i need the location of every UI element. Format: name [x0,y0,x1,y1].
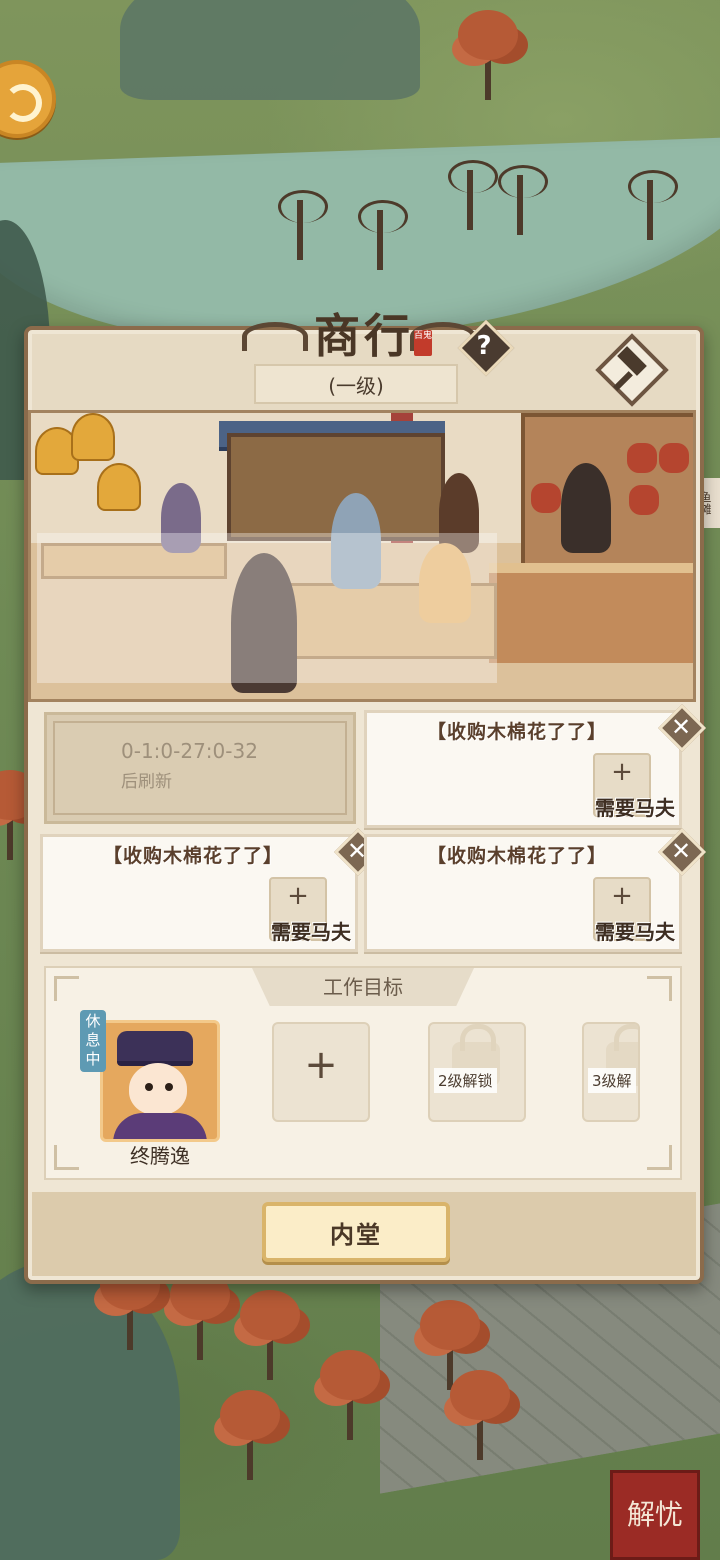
order-slot[interactable]: 【收购木棉花了了】 + 需要马夫 ✕ [364,827,707,952]
add-worker-slot[interactable]: + [272,1022,370,1122]
close-order-button[interactable]: ✕ [657,827,707,877]
order-title: 【收购木棉花了了】 [427,845,608,867]
plus-icon: + [304,1042,338,1088]
order-requirement: 需要马夫 [595,796,675,820]
order-requirement: 需要马夫 [271,920,351,944]
refresh-label: 后刷新 [121,772,172,792]
official-hat [117,1031,193,1066]
plus-icon: + [611,757,633,787]
close-icon: ✕ [670,837,692,865]
plus-icon: + [611,881,633,911]
upgrade-button[interactable] [595,333,669,407]
locked-slot[interactable]: 2级解锁 [428,1022,526,1122]
level-indicator: (一级) [254,364,458,404]
locked-slot[interactable]: 3级解 [582,1022,640,1122]
question-icon: ? [476,331,492,361]
mountain [120,0,420,100]
work-target-title: 工作目标 [252,968,474,1006]
ornament-swirl-icon [242,322,308,351]
order-requirement: 需要马夫 [595,920,675,944]
panel-title: 商行 [314,309,414,363]
robe [113,1113,207,1139]
plus-icon: + [287,881,309,911]
shop-scene-image [28,410,696,702]
worker-name: 终腾逸 [130,1144,190,1168]
order-title: 【收购木棉花了了】 [427,721,608,743]
inner-hall-button[interactable]: 内堂 [262,1202,450,1262]
seal-stamp: 百鬼 [414,330,432,356]
help-button[interactable]: ? [457,319,515,377]
face [129,1063,187,1115]
order-slot[interactable]: 【收购木棉花了了】 + 需要马夫 ✕ [364,703,707,828]
relieve-worries-button[interactable]: 解忧 [610,1470,700,1560]
refresh-timer: 0-1:0-27:0-32 [121,739,258,763]
status-badge: 休息中 [80,1010,106,1072]
order-title: 【收购木棉花了了】 [103,845,284,867]
close-icon: ✕ [670,713,692,741]
order-slot-refresh: 0-1:0-27:0-32 后刷新 [44,712,356,824]
close-order-button[interactable]: ✕ [657,703,707,753]
title-banner: 商行 [242,302,486,364]
work-target-section: 工作目标 休息中 终腾逸 + 2级解锁 3级解 [44,966,682,1180]
order-slot[interactable]: 【收购木棉花了了】 + 需要马夫 ✕ [40,827,383,952]
worker-portrait[interactable] [100,1020,220,1142]
unlock-label: 3级解 [588,1068,636,1093]
unlock-label: 2级解锁 [434,1068,497,1093]
